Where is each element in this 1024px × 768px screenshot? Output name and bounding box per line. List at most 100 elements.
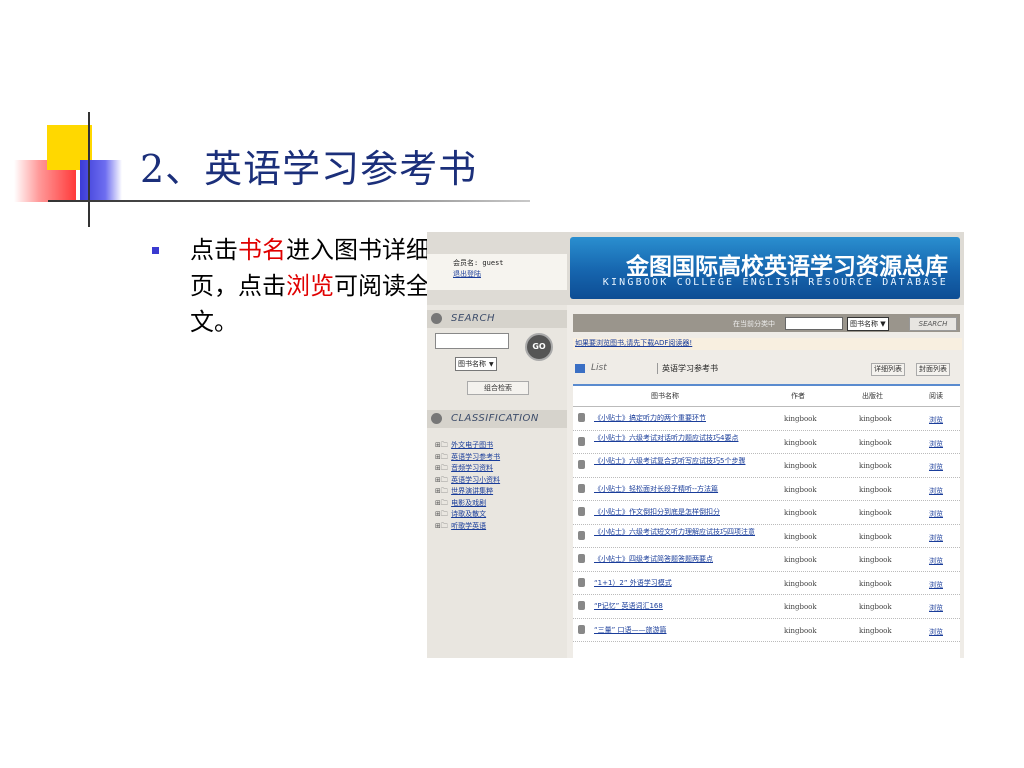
- browse-link[interactable]: 浏览: [929, 580, 943, 590]
- book-title-link[interactable]: 《小贴士》轻松面对长段子精听--方法篇: [594, 485, 779, 494]
- book-title-link[interactable]: 《小贴士》六级考试复合式听写应试技巧5个步骤: [594, 457, 779, 466]
- tree-item[interactable]: ⊞🗀 英语学习参考书: [435, 452, 500, 464]
- tree-item[interactable]: ⊞🗀 音频学习资料: [435, 463, 500, 475]
- top-bar: 会员名: guest 退出登陆 金图国际高校英语学习资源总库 KINGBOOK …: [427, 232, 964, 305]
- book-author: kingbook: [784, 603, 817, 611]
- book-title-link[interactable]: “P记忆” 英语词汇168: [594, 602, 779, 611]
- browse-link[interactable]: 浏览: [929, 627, 943, 637]
- slide-title: 2、英语学习参考书: [140, 147, 478, 191]
- combo-search-button[interactable]: 组合检索: [467, 381, 529, 395]
- highlight-browse: 浏览: [286, 272, 334, 300]
- book-icon: [578, 530, 585, 540]
- in-category-label: 在当前分类中: [733, 320, 775, 328]
- column-author: 作者: [791, 392, 805, 400]
- list-icon: [575, 364, 585, 373]
- book-icon: [578, 624, 585, 634]
- database-screenshot: 会员名: guest 退出登陆 金图国际高校英语学习资源总库 KINGBOOK …: [427, 232, 964, 658]
- table-row: “1+1）2” 外语学习模式 kingbook kingbook 浏览: [573, 572, 960, 595]
- category-field-select-value: 图书名称: [850, 320, 878, 328]
- tree-item-label: 音频学习资料: [451, 464, 494, 472]
- table-row: 《小帖士》四级考试简答题答题两要点 kingbook kingbook 浏览: [573, 548, 960, 572]
- table-row: 《小贴士》六级考试复合式听写应试技巧5个步骤 kingbook kingbook 浏览: [573, 454, 960, 478]
- tree-item[interactable]: ⊞🗀 世界演讲集粹: [435, 486, 500, 498]
- chevron-down-icon: ▼: [880, 320, 886, 328]
- browse-link[interactable]: 浏览: [929, 509, 943, 519]
- category-search-input[interactable]: [785, 317, 843, 330]
- go-button[interactable]: GO: [525, 333, 553, 361]
- book-title-link[interactable]: 《小帖士》六级考试短文听力理解应试技巧四项注意: [594, 528, 779, 537]
- book-title-link[interactable]: 《小帖士》四级考试简答题答题两要点: [594, 555, 779, 564]
- browse-link[interactable]: 浏览: [929, 462, 943, 472]
- tree-item-label: 外文电子图书: [451, 441, 494, 449]
- classification-tree: ⊞🗀 外文电子图书 ⊞🗀 英语学习参考书 ⊞🗀 音频学习资料 ⊞🗀 英语学习小资…: [435, 440, 500, 532]
- book-publisher: kingbook: [859, 485, 892, 494]
- search-input[interactable]: [435, 333, 509, 349]
- book-title-link[interactable]: 《小贴士》作文倒扣分到底是怎样倒扣分: [594, 508, 779, 517]
- column-read: 阅读: [929, 392, 943, 400]
- table-row: 《小帖士》六级考试短文听力理解应试技巧四项注意 kingbook kingbook 浏…: [573, 525, 960, 548]
- book-author: kingbook: [784, 509, 817, 517]
- classification-section-header: CLASSIFICATION: [427, 410, 567, 428]
- table-header: 图书名称 作者 出版社 阅读: [573, 386, 960, 407]
- tree-item[interactable]: ⊞🗀 诗歌及散文: [435, 509, 500, 521]
- decoration-blue-square: [80, 160, 122, 200]
- browse-link[interactable]: 浏览: [929, 533, 943, 543]
- bullet-icon: [152, 247, 159, 254]
- category-field-select[interactable]: 图书名称 ▼: [847, 317, 889, 331]
- expand-folder-icon: ⊞🗀: [435, 498, 451, 507]
- browse-link[interactable]: 浏览: [929, 486, 943, 496]
- browse-link[interactable]: 浏览: [929, 415, 943, 425]
- tree-item[interactable]: ⊞🗀 外文电子图书: [435, 440, 500, 452]
- logout-link[interactable]: 退出登陆: [453, 269, 481, 279]
- book-title-link[interactable]: 《小贴士》六级考试对话听力题应试技巧4要点: [594, 434, 779, 443]
- book-title-link[interactable]: 《小贴士》搞定听力的两个重要环节: [594, 414, 779, 423]
- book-icon: [578, 460, 585, 469]
- book-icon: [578, 436, 585, 446]
- book-author: kingbook: [784, 438, 817, 447]
- book-author: kingbook: [784, 626, 817, 635]
- detail-list-button[interactable]: 详细列表: [871, 363, 905, 376]
- browse-link[interactable]: 浏览: [929, 439, 943, 449]
- column-title: 图书名称: [651, 392, 679, 400]
- book-publisher: kingbook: [859, 438, 892, 447]
- cover-list-button[interactable]: 封面列表: [916, 363, 950, 376]
- sidebar: SEARCH GO 图书名称 ▼ 组合检索 CLASSIFICATION ⊞🗀 外…: [427, 305, 567, 658]
- book-publisher: kingbook: [859, 415, 892, 423]
- search-section-icon: [431, 313, 442, 324]
- tree-item[interactable]: ⊞🗀 听歌学英语: [435, 521, 500, 533]
- bullet-text-pre: 点击: [190, 236, 238, 264]
- tree-item[interactable]: ⊞🗀 英语学习小资料: [435, 475, 500, 487]
- book-title-link[interactable]: “三量” 口语——旅游篇: [594, 626, 779, 635]
- book-publisher: kingbook: [859, 603, 892, 611]
- expand-folder-icon: ⊞🗀: [435, 475, 451, 484]
- bullet-text: 点击书名进入图书详细页，点击浏览可阅读全文。: [190, 232, 430, 340]
- book-title-link[interactable]: “1+1）2” 外语学习模式: [594, 579, 779, 588]
- expand-folder-icon: ⊞🗀: [435, 510, 451, 518]
- browse-link[interactable]: 浏览: [929, 603, 943, 613]
- highlight-book-name: 书名: [238, 236, 286, 264]
- list-header: List 英语学习参考书 详细列表 封面列表: [573, 360, 960, 378]
- book-publisher: kingbook: [859, 556, 892, 564]
- category-search-toolbar: 在当前分类中 图书名称 ▼ SEARCH: [573, 314, 960, 332]
- banner: 金图国际高校英语学习资源总库 KINGBOOK COLLEGE ENGLISH …: [570, 237, 960, 299]
- table-row: 《小贴士》作文倒扣分到底是怎样倒扣分 kingbook kingbook 浏览: [573, 501, 960, 525]
- chevron-down-icon: ▼: [489, 361, 494, 368]
- book-publisher: kingbook: [859, 579, 892, 588]
- browse-link[interactable]: 浏览: [929, 556, 943, 566]
- tree-item[interactable]: ⊞🗀 电影及戏剧: [435, 498, 500, 510]
- book-author: kingbook: [784, 556, 817, 564]
- book-author: kingbook: [784, 532, 817, 541]
- member-panel: 会员名: guest 退出登陆: [427, 254, 567, 290]
- reader-download-notice[interactable]: 如果要浏览图书,请先下载ADF阅读器!: [573, 338, 962, 350]
- book-author: kingbook: [784, 415, 817, 423]
- banner-title-cn: 金图国际高校英语学习资源总库: [626, 253, 948, 280]
- table-row: “P记忆” 英语词汇168 kingbook kingbook 浏览: [573, 595, 960, 619]
- category-search-button[interactable]: SEARCH: [909, 317, 957, 331]
- tree-item-label: 英语学习参考书: [451, 452, 501, 461]
- expand-folder-icon: ⊞🗀: [435, 464, 451, 472]
- list-label: List: [591, 363, 607, 373]
- search-field-select[interactable]: 图书名称 ▼: [455, 357, 497, 371]
- table-row: 《小贴士》六级考试对话听力题应试技巧4要点 kingbook kingbook 浏览: [573, 431, 960, 454]
- column-publisher: 出版社: [862, 392, 883, 400]
- book-publisher: kingbook: [859, 509, 892, 517]
